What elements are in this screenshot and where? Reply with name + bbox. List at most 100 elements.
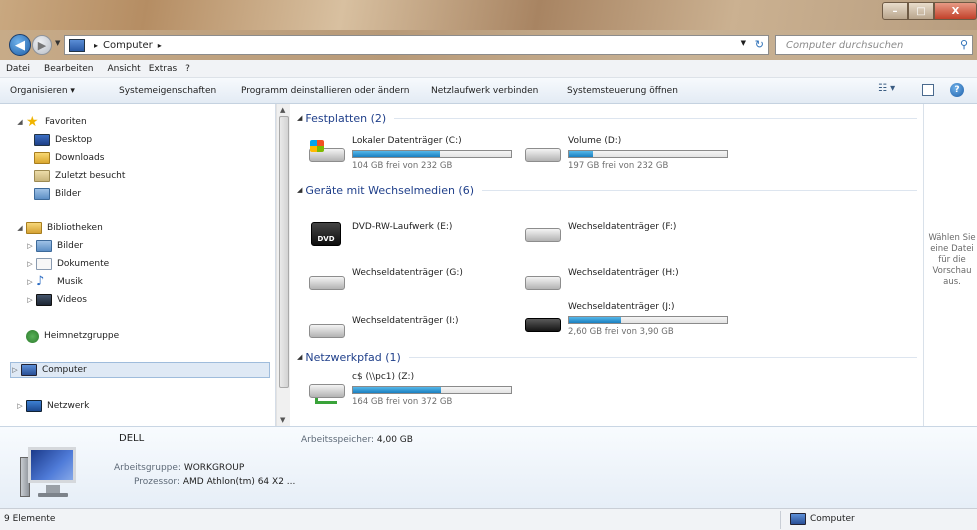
- expand-arrow-icon[interactable]: ▷: [26, 242, 34, 250]
- system-properties-button[interactable]: Systemeigenschaften: [119, 86, 216, 96]
- sidebar-item-library-videos[interactable]: ▷ Videos: [26, 292, 296, 308]
- sidebar-item-network[interactable]: ▷ Netzwerk: [16, 398, 286, 414]
- sidebar-item-label: Netzwerk: [47, 401, 90, 411]
- star-icon: ★: [26, 114, 39, 130]
- details-pane: DELL Arbeitsgruppe: WORKGROUP Prozessor:…: [0, 426, 977, 508]
- drive-free-space: 164 GB frei von 372 GB: [352, 397, 453, 407]
- open-control-panel-button[interactable]: Systemsteuerung öffnen: [567, 86, 678, 96]
- menu-bearbeiten[interactable]: Bearbeiten: [44, 64, 93, 74]
- drive-free-space: 104 GB frei von 232 GB: [352, 161, 453, 171]
- removable-drive-icon: [523, 270, 563, 294]
- scroll-up-arrow-icon[interactable]: ▲: [280, 106, 285, 114]
- minimize-button[interactable]: –: [882, 2, 908, 20]
- scrollbar-thumb[interactable]: [279, 116, 289, 388]
- removable-drive-icon: [523, 312, 563, 336]
- drive-f[interactable]: Wechseldatenträger (F:): [523, 216, 733, 256]
- help-icon[interactable]: ?: [950, 83, 964, 97]
- drive-name: Volume (D:): [568, 136, 622, 146]
- back-button[interactable]: ◀: [9, 34, 31, 56]
- expand-arrow-icon[interactable]: ▷: [11, 366, 19, 374]
- map-network-drive-button[interactable]: Netzlaufwerk verbinden: [431, 86, 538, 96]
- removable-drive-icon: [523, 222, 563, 246]
- search-input[interactable]: Computer durchsuchen ⚲: [775, 35, 973, 55]
- sidebar-item-recent-places[interactable]: Zuletzt besucht: [34, 168, 304, 184]
- breadcrumb-computer[interactable]: Computer: [103, 40, 153, 51]
- divider: [394, 117, 917, 119]
- item-count: 9 Elemente: [4, 514, 56, 524]
- group-header-removable-devices[interactable]: ◢ Geräte mit Wechselmedien (6): [297, 182, 917, 198]
- group-title: Netzwerkpfad (1): [305, 350, 401, 364]
- collapse-arrow-icon[interactable]: ◢: [16, 224, 24, 232]
- drive-usage-bar: [568, 150, 728, 158]
- sidebar-item-label: Zuletzt besucht: [55, 171, 126, 181]
- dvd-drive-icon: DVD: [307, 222, 347, 246]
- computer-icon: [790, 513, 806, 525]
- collapse-arrow-icon[interactable]: ◢: [297, 353, 302, 361]
- sidebar-item-favorites[interactable]: ◢ ★ Favoriten: [16, 114, 286, 130]
- refresh-icon[interactable]: ↻: [755, 38, 764, 51]
- drive-z[interactable]: c$ (\\pc1) (Z:) 164 GB frei von 372 GB: [307, 372, 517, 412]
- expand-arrow-icon[interactable]: ▷: [16, 402, 24, 410]
- drive-c[interactable]: Lokaler Datenträger (C:) 104 GB frei von…: [307, 136, 517, 176]
- sidebar-item-library-music[interactable]: ▷ ♪ Musik: [26, 274, 296, 290]
- collapse-arrow-icon[interactable]: ◢: [16, 118, 24, 126]
- change-view-icon[interactable]: ☷ ▾: [878, 83, 895, 94]
- collapse-arrow-icon[interactable]: ◢: [297, 186, 302, 194]
- address-dropdown-icon[interactable]: ▼: [741, 39, 746, 47]
- uninstall-program-button[interactable]: Programm deinstallieren oder ändern: [241, 86, 409, 96]
- search-icon[interactable]: ⚲: [960, 38, 968, 51]
- drive-g[interactable]: Wechseldatenträger (G:): [307, 264, 517, 304]
- processor-row: Prozessor: AMD Athlon(tm) 64 X2 ...: [134, 477, 295, 487]
- group-title: Geräte mit Wechselmedien (6): [305, 183, 475, 197]
- sidebar-item-label: Desktop: [55, 135, 93, 145]
- collapse-arrow-icon[interactable]: ◢: [297, 114, 302, 122]
- drive-i[interactable]: Wechseldatenträger (I:): [307, 312, 517, 352]
- group-header-hard-drives[interactable]: ◢ Festplatten (2): [297, 110, 917, 126]
- expand-arrow-icon[interactable]: ▷: [26, 296, 34, 304]
- drive-name: Wechseldatenträger (J:): [568, 302, 675, 312]
- window-controls: – □ X: [882, 2, 977, 20]
- drives-view: ◢ Festplatten (2) Lokaler Datenträger (C…: [291, 104, 923, 426]
- address-bar[interactable]: ▸ Computer ▸ ▼ ↻: [64, 35, 769, 55]
- breadcrumb-separator[interactable]: ▸: [94, 41, 98, 50]
- navigation-bar: ◀ ▶ ▼ ▸ Computer ▸ ▼ ↻ Computer durchsuc…: [0, 30, 977, 60]
- sidebar-item-library-documents[interactable]: ▷ Dokumente: [26, 256, 296, 272]
- drive-h[interactable]: Wechseldatenträger (H:): [523, 264, 733, 304]
- expand-arrow-icon[interactable]: ▷: [26, 260, 34, 268]
- workgroup-label: Arbeitsgruppe:: [114, 463, 181, 473]
- computer-icon: [69, 38, 85, 52]
- removable-drive-icon: [307, 318, 347, 342]
- desktop-icon: [34, 134, 50, 146]
- homegroup-icon: [26, 329, 39, 343]
- organize-button[interactable]: Organisieren ▾: [10, 86, 75, 96]
- drive-e[interactable]: DVD DVD-RW-Laufwerk (E:): [307, 216, 517, 256]
- history-dropdown-icon[interactable]: ▼: [55, 39, 60, 47]
- menu-help[interactable]: ?: [185, 64, 190, 74]
- sidebar-item-computer[interactable]: ▷ Computer: [10, 362, 270, 378]
- sidebar-item-homegroup[interactable]: Heimnetzgruppe: [26, 328, 296, 344]
- downloads-folder-icon: [34, 152, 50, 164]
- forward-button[interactable]: ▶: [32, 35, 52, 55]
- sidebar-item-library-pictures[interactable]: ▷ Bilder: [26, 238, 296, 254]
- group-header-network-locations[interactable]: ◢ Netzwerkpfad (1): [297, 349, 917, 365]
- scroll-down-arrow-icon[interactable]: ▼: [280, 416, 285, 424]
- menu-datei[interactable]: Datei: [6, 64, 30, 74]
- drive-usage-bar: [568, 316, 728, 324]
- menu-ansicht[interactable]: Ansicht: [107, 64, 140, 74]
- computer-name: DELL: [119, 433, 145, 444]
- drive-d[interactable]: Volume (D:) 197 GB frei von 232 GB: [523, 136, 733, 176]
- drive-j[interactable]: Wechseldatenträger (J:) 2,60 GB frei von…: [523, 302, 733, 342]
- command-bar: Organisieren ▾ Systemeigenschaften Progr…: [0, 78, 977, 104]
- sidebar-item-downloads[interactable]: Downloads: [34, 150, 304, 166]
- navigation-scrollbar[interactable]: ▲ ▼: [276, 104, 290, 426]
- sidebar-item-desktop[interactable]: Desktop: [34, 132, 304, 148]
- preview-pane-icon[interactable]: [922, 84, 934, 96]
- sidebar-item-pictures-favorite[interactable]: Bilder: [34, 186, 304, 202]
- close-button[interactable]: X: [934, 2, 977, 20]
- maximize-button[interactable]: □: [908, 2, 934, 20]
- sidebar-item-libraries[interactable]: ◢ Bibliotheken: [16, 220, 286, 236]
- breadcrumb-separator[interactable]: ▸: [158, 41, 162, 50]
- group-title: Festplatten (2): [305, 111, 387, 125]
- menu-extras[interactable]: Extras: [149, 64, 177, 74]
- expand-arrow-icon[interactable]: ▷: [26, 278, 34, 286]
